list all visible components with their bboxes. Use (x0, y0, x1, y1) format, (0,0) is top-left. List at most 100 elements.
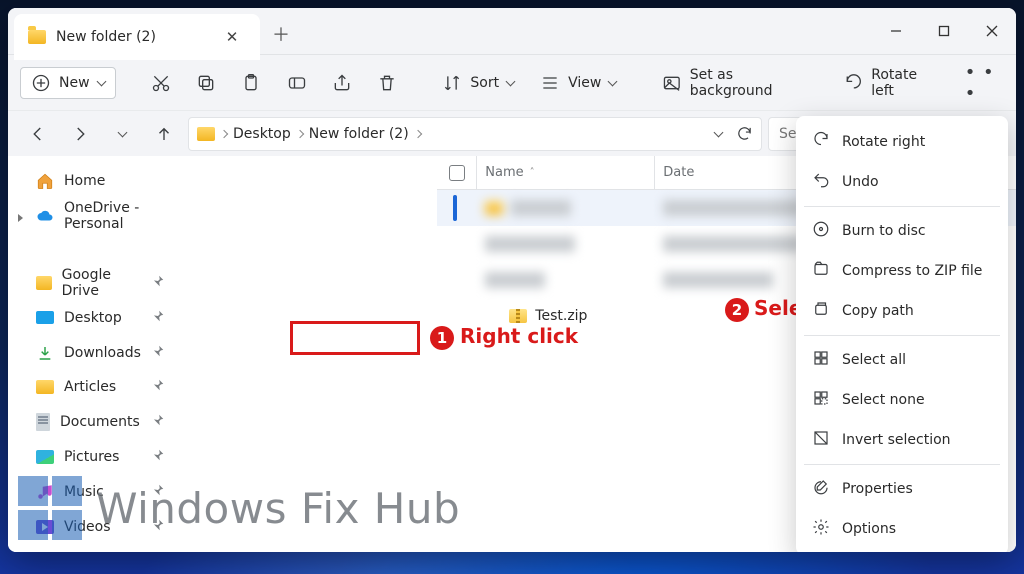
sidebar-item-desktop[interactable]: Desktop (8, 300, 179, 335)
menu-copy-path[interactable]: Copy path (802, 291, 1002, 331)
annotation-box-file (290, 321, 420, 355)
sidebar-item-google-drive[interactable]: Google Drive (8, 265, 179, 300)
sort-label: Sort (470, 75, 499, 91)
sidebar-item-downloads[interactable]: Downloads (8, 335, 179, 370)
pin-icon (151, 413, 165, 431)
share-icon (332, 73, 352, 93)
plus-circle-icon (31, 73, 51, 93)
back-button[interactable] (20, 116, 56, 152)
column-name[interactable]: Name˄ (477, 156, 655, 189)
set-background-label: Set as background (690, 67, 818, 99)
menu-select-none[interactable]: Select none (802, 380, 1002, 420)
menu-item-label: Rotate right (842, 134, 925, 150)
chevron-right-icon (220, 129, 228, 137)
annotation-step-1: 1 (430, 326, 454, 350)
trash-icon (377, 73, 397, 93)
pin-icon (151, 378, 165, 396)
annotation-step-2: 2 (725, 298, 749, 322)
image-icon (662, 73, 682, 93)
rotate-left-button[interactable]: Rotate left (834, 65, 953, 101)
rotate-left-icon (844, 73, 864, 93)
annotation-text-1: Right click (460, 324, 578, 348)
refresh-icon[interactable] (736, 125, 753, 142)
chevron-down-icon[interactable] (714, 127, 724, 137)
menu-undo[interactable]: Undo (802, 162, 1002, 202)
crumb-desktop[interactable]: Desktop (233, 126, 291, 142)
set-background-button[interactable]: Set as background (652, 65, 828, 101)
scissors-icon (151, 73, 171, 93)
close-tab-button[interactable]: ✕ (218, 23, 246, 51)
sidebar-item-label: Home (64, 173, 105, 189)
new-tab-button[interactable]: ＋ (260, 14, 302, 54)
sort-button[interactable]: Sort (432, 65, 524, 101)
menu-item-label: Undo (842, 174, 879, 190)
menu-item-label: Select all (842, 352, 906, 368)
menu-item-label: Properties (842, 481, 913, 497)
share-button[interactable] (322, 65, 361, 101)
titlebar: New folder (2) ✕ ＋ (8, 8, 1016, 54)
file-name: Test.zip (535, 308, 587, 324)
paste-button[interactable] (232, 65, 271, 101)
properties-icon (812, 478, 830, 500)
sidebar-item-onedrive-personal[interactable]: OneDrive - Personal (8, 199, 179, 234)
view-icon (540, 73, 560, 93)
windows-logo-icon (18, 476, 82, 540)
context-menu: Rotate right Undo Burn to disc Compress … (796, 116, 1008, 552)
sidebar-item-label: Documents (60, 414, 140, 430)
menu-zip[interactable]: Compress to ZIP file (802, 251, 1002, 291)
sidebar-item-label: OneDrive - Personal (64, 200, 165, 232)
menu-rotate-right[interactable]: Rotate right (802, 122, 1002, 162)
new-button[interactable]: New (20, 67, 116, 99)
rotate-left-label: Rotate left (871, 67, 942, 99)
clipboard-icon (241, 73, 261, 93)
active-tab[interactable]: New folder (2) ✕ (14, 14, 260, 60)
recent-button[interactable] (104, 116, 140, 152)
zip-file-icon (509, 309, 527, 323)
menu-properties[interactable]: Properties (802, 469, 1002, 509)
close-window-button[interactable] (968, 8, 1016, 54)
up-button[interactable] (146, 116, 182, 152)
forward-button[interactable] (62, 116, 98, 152)
copy-button[interactable] (187, 65, 226, 101)
rename-button[interactable] (277, 65, 316, 101)
menu-invert[interactable]: Invert selection (802, 420, 1002, 460)
menu-separator (804, 335, 1000, 336)
disc-icon (812, 220, 830, 242)
minimize-button[interactable] (872, 8, 920, 54)
menu-separator (804, 206, 1000, 207)
sidebar-item-pictures[interactable]: Pictures (8, 440, 179, 475)
maximize-button[interactable] (920, 8, 968, 54)
chevron-down-icon (506, 76, 516, 86)
sidebar-item-documents[interactable]: Documents (8, 405, 179, 440)
cut-button[interactable] (141, 65, 180, 101)
sidebar-item-articles[interactable]: Articles (8, 370, 179, 405)
more-button[interactable]: • • • (965, 65, 1004, 101)
select-none-icon (812, 389, 830, 411)
sort-icon (442, 73, 462, 93)
menu-select-all[interactable]: Select all (802, 340, 1002, 380)
chevron-down-icon (96, 76, 106, 86)
zip-icon (812, 260, 830, 282)
rename-icon (287, 73, 307, 93)
pin-icon (151, 448, 165, 466)
pin-icon (151, 309, 165, 327)
menu-options[interactable]: Options (802, 509, 1002, 549)
crumb-folder[interactable]: New folder (2) (309, 126, 409, 142)
copy-path-icon (812, 300, 830, 322)
select-all-checkbox[interactable] (437, 156, 477, 189)
delete-button[interactable] (367, 65, 406, 101)
menu-item-label: Compress to ZIP file (842, 263, 982, 279)
rotate-right-icon (812, 131, 830, 153)
undo-icon (812, 171, 830, 193)
menu-item-label: Burn to disc (842, 223, 926, 239)
menu-disc[interactable]: Burn to disc (802, 211, 1002, 251)
folder-icon (197, 127, 215, 141)
menu-item-label: Copy path (842, 303, 914, 319)
sidebar-item-label: Desktop (64, 310, 122, 326)
view-button[interactable]: View (530, 65, 626, 101)
sidebar-item-home[interactable]: Home (8, 164, 179, 199)
folder-icon (485, 201, 503, 215)
select-all-icon (812, 349, 830, 371)
menu-separator (804, 464, 1000, 465)
breadcrumb[interactable]: Desktop New folder (2) (188, 117, 762, 151)
